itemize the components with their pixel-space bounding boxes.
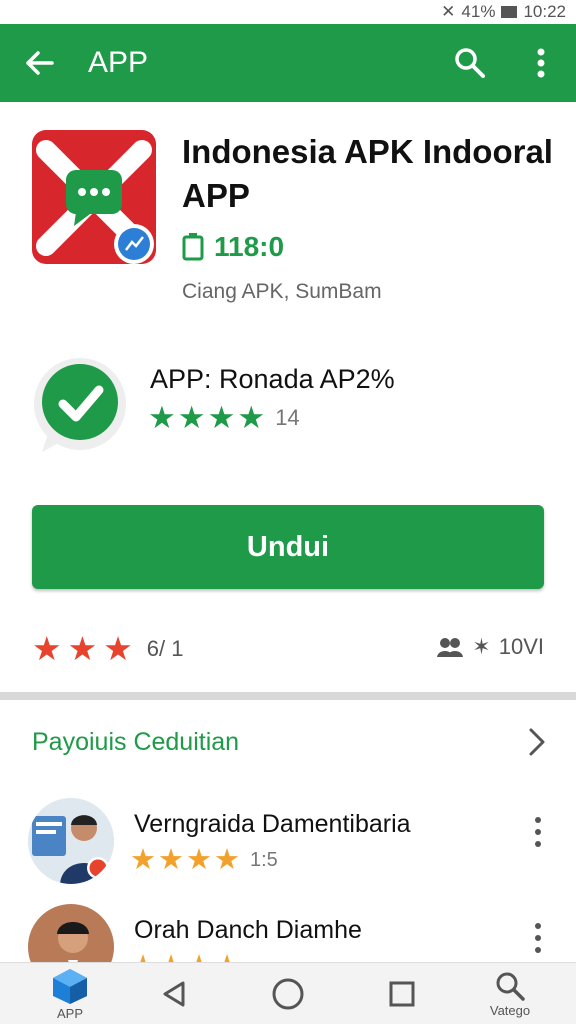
- more-options-icon[interactable]: [528, 812, 548, 852]
- search-icon[interactable]: [450, 43, 490, 83]
- cube-icon: [53, 969, 87, 1004]
- battery-percent: 41%: [461, 2, 496, 21]
- star-icon: ★: [186, 844, 212, 876]
- nav-search-label: Vatego: [489, 1003, 531, 1018]
- star-icon: ★: [158, 844, 184, 876]
- sparkle-icon: ✶: [472, 634, 491, 659]
- chevron-right-icon[interactable]: [522, 726, 552, 758]
- app-size-row: 118:0: [182, 230, 284, 264]
- status-icons: ✕ 41% 10:22: [441, 0, 566, 24]
- avatar: [28, 798, 114, 884]
- app-bar-title: APP: [88, 46, 149, 79]
- nav-home-circle[interactable]: [266, 963, 310, 1024]
- section-title[interactable]: Payoiuis Ceduitian: [32, 728, 239, 757]
- app-publisher[interactable]: Ciang APK, SumBam: [182, 280, 382, 304]
- list-item-stars: ★ ★ ★ ★ 1:5: [130, 846, 278, 875]
- battery-outline-icon: [182, 233, 204, 261]
- list-item-count: 1:5: [250, 849, 278, 871]
- search-icon: [496, 972, 525, 1001]
- nav-back[interactable]: [152, 963, 196, 1024]
- back-triangle-icon: [163, 981, 185, 1007]
- star-icon: ★: [130, 844, 156, 876]
- list-item-title: Verngraida Damentibaria: [134, 810, 411, 838]
- nav-recents[interactable]: [380, 963, 424, 1024]
- star-icon: ★: [67, 630, 98, 667]
- star-icon: ★: [207, 400, 236, 435]
- people-icon: [437, 638, 464, 657]
- rating-count: 14: [275, 404, 300, 430]
- app-size: 118:0: [214, 231, 285, 262]
- download-count-value: 10VI: [498, 634, 544, 659]
- app-title: Indonesia APK Indooral APP: [182, 133, 553, 214]
- back-arrow-icon[interactable]: [20, 43, 60, 83]
- list-item[interactable]: Verngraida Damentibaria ★ ★ ★ ★ 1:5: [0, 798, 576, 894]
- star-icon: ★: [148, 400, 176, 435]
- nav-home[interactable]: APP: [40, 963, 100, 1024]
- app-bar: APP: [0, 24, 576, 102]
- review-value: 6/ 1: [146, 635, 184, 661]
- list-item-title: Orah Danch Diamhe: [134, 916, 362, 944]
- star-icon: ★: [103, 630, 133, 667]
- mute-icon: ✕: [441, 2, 456, 21]
- star-icon: ★: [237, 400, 266, 435]
- rating-text: APP: Ronada AP2%: [150, 364, 395, 394]
- nav-search[interactable]: Vatego: [470, 963, 550, 1024]
- overflow-menu-icon[interactable]: [526, 43, 556, 83]
- recents-square-icon: [389, 981, 415, 1007]
- star-icon: ★: [177, 400, 206, 435]
- download-button[interactable]: Undui: [32, 505, 544, 589]
- nav-home-label: APP: [56, 1006, 83, 1021]
- section-divider: [0, 692, 576, 700]
- download-count: ✶ 10VI: [436, 634, 544, 660]
- review-stars: ★ ★ ★ 6/ 1: [32, 632, 183, 665]
- clock: 10:22: [523, 2, 566, 21]
- app-icon: [32, 130, 156, 264]
- status-bar: ✕ 41% 10:22: [0, 0, 576, 24]
- bottom-nav-bar: APP Vatego: [0, 962, 576, 1024]
- home-circle-icon: [272, 978, 304, 1010]
- star-icon: ★: [214, 844, 240, 876]
- more-options-icon[interactable]: [528, 918, 548, 958]
- rating-stars: ★ ★ ★ ★ 14: [148, 402, 300, 433]
- battery-icon: [501, 6, 518, 18]
- verified-check-icon: [34, 358, 126, 452]
- star-icon: ★: [32, 630, 62, 667]
